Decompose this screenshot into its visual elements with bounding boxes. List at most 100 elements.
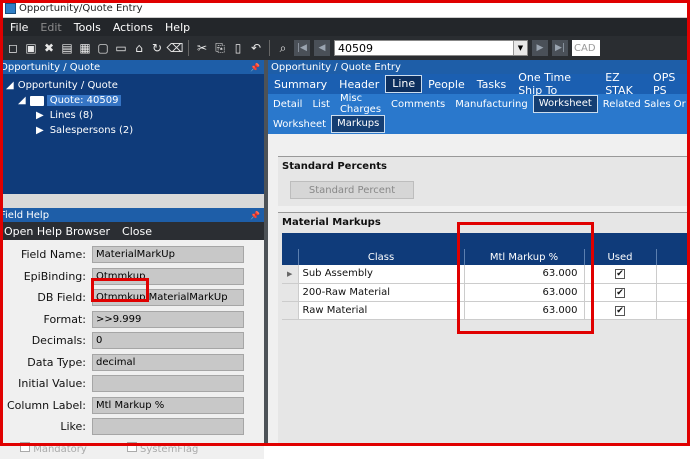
systemflag-label: SystemFlag <box>140 444 198 455</box>
checkbox-checked-icon[interactable]: ✔ <box>615 288 625 298</box>
save-icon[interactable]: ▣ <box>24 40 38 56</box>
tab-comments[interactable]: Comments <box>386 99 450 110</box>
menu-help[interactable]: Help <box>165 21 190 34</box>
mtl-markup-highlight-box <box>457 222 594 334</box>
tab-worksheet-sub[interactable]: Worksheet <box>268 119 331 130</box>
mandatory-label: Mandatory <box>33 444 87 455</box>
tab-people[interactable]: People <box>422 78 471 91</box>
decimals-value[interactable]: 0 <box>92 332 244 349</box>
field-label: Field Name: <box>0 248 92 261</box>
checkbox-checked-icon[interactable]: ✔ <box>615 269 625 279</box>
previous-record-icon[interactable]: ◀ <box>314 40 330 56</box>
standard-percent-button[interactable]: Standard Percent <box>290 181 414 199</box>
tree-node-salespersons[interactable]: ▶ Salespersons (2) <box>4 123 264 138</box>
data-type-value[interactable]: decimal <box>92 354 244 371</box>
window-titlebar: Opportunity/Quote Entry <box>0 0 690 18</box>
flags-row: Mandatory SystemFlag <box>0 438 264 459</box>
tab-line[interactable]: Line <box>385 75 422 93</box>
note-icon[interactable]: ▢ <box>96 40 110 56</box>
book-icon[interactable]: ▤ <box>60 40 74 56</box>
folder-icon <box>30 96 44 106</box>
initial-value-value[interactable] <box>92 375 244 392</box>
last-record-icon[interactable]: ▶| <box>552 40 568 56</box>
expand-icon[interactable]: ◢ <box>18 95 26 106</box>
collapse-icon[interactable]: ▶ <box>36 110 44 121</box>
refresh-icon[interactable]: ↻ <box>150 40 164 56</box>
col-used[interactable]: Used <box>584 249 656 265</box>
toolbar-separator <box>188 40 189 56</box>
search-icon[interactable]: ⌕ <box>276 40 290 56</box>
checkbox-icon <box>127 442 137 452</box>
field-help-body: Field Name:MaterialMarkUp EpiBinding:Qtm… <box>0 240 264 459</box>
mandatory-checkbox[interactable]: Mandatory <box>20 442 87 455</box>
tree-node-label: Quote: 40509 <box>47 95 122 106</box>
new-icon[interactable]: ◻ <box>6 40 20 56</box>
field-name-value[interactable]: MaterialMarkUp <box>92 246 244 263</box>
tab-header[interactable]: Header <box>333 78 385 91</box>
quote-number-combo[interactable]: 40509 ▼ <box>334 40 528 56</box>
grid-icon[interactable]: ▦ <box>78 40 92 56</box>
cut-icon[interactable]: ✂ <box>195 40 209 56</box>
col-class[interactable]: Class <box>298 249 464 265</box>
copy-icon[interactable]: ⎘ <box>213 40 227 56</box>
tab-list[interactable]: List <box>307 99 334 110</box>
cell-used[interactable]: ✔ <box>584 265 656 283</box>
menu-edit[interactable]: Edit <box>40 21 61 34</box>
tab-ez-stak[interactable]: EZ STAK <box>599 71 647 97</box>
tree-node-label: Opportunity / Quote <box>18 80 118 91</box>
expand-icon[interactable]: ◢ <box>6 80 14 91</box>
cell-used[interactable]: ✔ <box>584 283 656 301</box>
close-button[interactable]: Close <box>122 225 152 238</box>
column-label-value[interactable]: Mtl Markup % <box>92 397 244 414</box>
field-label: Column Label: <box>0 399 92 412</box>
tab-markups[interactable]: Markups <box>331 115 385 133</box>
toolbar: ◻ ▣ ✖ ▤ ▦ ▢ ▭ ⌂ ↻ ⌫ ✂ ⎘ ▯ ↶ ⌕ |◀ ◀ 40509… <box>0 36 690 60</box>
menu-file[interactable]: File <box>10 21 28 34</box>
attach-icon[interactable]: ⌂ <box>132 40 146 56</box>
open-help-browser-button[interactable]: Open Help Browser <box>4 225 110 238</box>
cell-filler <box>656 265 690 283</box>
tab-ops-ps[interactable]: OPS PS <box>647 71 690 97</box>
like-value[interactable] <box>92 418 244 435</box>
collapse-icon[interactable]: ▶ <box>36 125 44 136</box>
tree-panel-title: Opportunity / Quote <box>0 62 100 73</box>
field-label: Like: <box>0 420 92 433</box>
tree-node-root[interactable]: ◢ Opportunity / Quote <box>4 78 264 93</box>
tab-misc-charges[interactable]: Misc Charges <box>335 93 386 115</box>
delete-icon[interactable]: ✖ <box>42 40 56 56</box>
field-row: Format:>>9.999 <box>0 309 264 331</box>
tree-node-label: Lines (8) <box>50 110 93 121</box>
paste-icon[interactable]: ▭ <box>114 40 128 56</box>
cell-filler <box>656 301 690 319</box>
cell-class[interactable]: 200-Raw Material <box>298 283 464 301</box>
format-value[interactable]: >>9.999 <box>92 311 244 328</box>
tree-node-lines[interactable]: ▶ Lines (8) <box>4 108 264 123</box>
clipboard-icon[interactable]: ▯ <box>231 40 245 56</box>
tab-one-time-ship-to[interactable]: One Time Ship To <box>512 71 599 97</box>
first-record-icon[interactable]: |◀ <box>294 40 310 56</box>
menu-actions[interactable]: Actions <box>113 21 153 34</box>
tab-worksheet[interactable]: Worksheet <box>533 95 598 113</box>
cell-class[interactable]: Sub Assembly <box>298 265 464 283</box>
main-panel-title: Opportunity / Quote Entry <box>268 62 401 73</box>
pin-icon[interactable]: 📌 <box>250 63 260 72</box>
pin-icon[interactable]: 📌 <box>250 211 260 220</box>
checkbox-checked-icon[interactable]: ✔ <box>615 306 625 316</box>
tab-related-sales-orders[interactable]: Related Sales Or <box>598 99 690 110</box>
next-record-icon[interactable]: ▶ <box>532 40 548 56</box>
tab-summary[interactable]: Summary <box>268 78 333 91</box>
cell-class[interactable]: Raw Material <box>298 301 464 319</box>
tabs-level-3: Worksheet Markups <box>268 114 690 134</box>
undo-icon[interactable]: ↶ <box>249 40 263 56</box>
tab-manufacturing[interactable]: Manufacturing <box>450 99 532 110</box>
tree-node-quote[interactable]: ◢ Quote: 40509 <box>4 93 264 108</box>
cell-used[interactable]: ✔ <box>584 301 656 319</box>
field-help-toolbar: Open Help Browser Close <box>0 222 264 240</box>
tab-tasks[interactable]: Tasks <box>471 78 512 91</box>
currency-field[interactable]: CAD <box>572 40 600 56</box>
menu-tools[interactable]: Tools <box>74 21 101 34</box>
tab-detail[interactable]: Detail <box>268 99 307 110</box>
systemflag-checkbox[interactable]: SystemFlag <box>127 442 198 455</box>
clear-icon[interactable]: ⌫ <box>168 40 182 56</box>
chevron-down-icon[interactable]: ▼ <box>513 41 527 55</box>
